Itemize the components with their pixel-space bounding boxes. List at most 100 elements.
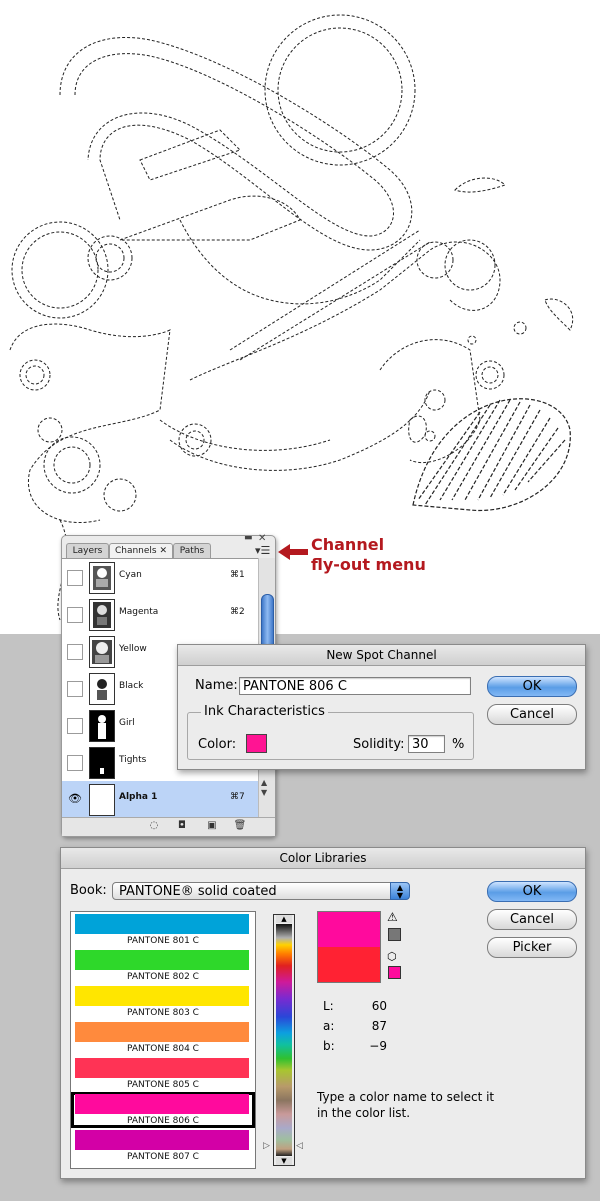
gamut-warning-icon[interactable]: ⚠ <box>387 910 398 924</box>
channel-name: Alpha 1 <box>119 792 158 802</box>
swatch-color <box>75 950 249 970</box>
channel-thumbnail <box>89 562 115 594</box>
list-item[interactable]: PANTONE 802 C <box>71 948 255 984</box>
solidity-label: Solidity: <box>353 737 405 752</box>
color-spectrum-slider[interactable]: ▲ ▼ <box>273 914 295 1166</box>
panel-close-icon[interactable]: ✕ <box>258 533 266 544</box>
channel-thumbnail <box>89 710 115 742</box>
list-item[interactable]: PANTONE 801 C <box>71 912 255 948</box>
channel-name: Tights <box>119 755 147 765</box>
visibility-toggle[interactable] <box>67 755 83 771</box>
annotation-label: Channel fly-out menu <box>311 535 426 575</box>
swatch-color <box>75 986 249 1006</box>
color-libraries-dialog: Color Libraries Book: PANTONE® solid coa… <box>60 847 586 1179</box>
channel-shortcut: ⌘2 <box>230 607 245 617</box>
lab-l-value: 60 <box>371 999 387 1013</box>
hint-text: Type a color name to select it in the co… <box>317 1090 495 1120</box>
slider-marker-left-icon[interactable]: ▷ <box>263 1141 270 1151</box>
web-safe-cube-icon[interactable]: ⬡ <box>387 950 397 963</box>
channel-thumbnail <box>89 784 115 816</box>
list-item[interactable]: PANTONE 807 C <box>71 1128 255 1164</box>
web-safe-swatch[interactable] <box>388 966 401 979</box>
visibility-toggle[interactable] <box>67 681 83 697</box>
load-selection-icon[interactable]: ◌ <box>147 820 161 832</box>
save-selection-icon[interactable]: ◘ <box>175 820 189 832</box>
channel-row-magenta[interactable]: Magenta ⌘2 <box>62 596 258 634</box>
swatch-color <box>75 1094 249 1114</box>
color-swatch[interactable] <box>246 734 267 753</box>
channel-thumbnail <box>89 636 115 668</box>
swatch-color <box>75 1022 249 1042</box>
swatch-color <box>75 1130 249 1150</box>
lab-a-value: 87 <box>371 1019 387 1033</box>
gamut-swatch[interactable] <box>388 928 401 941</box>
swatch-color <box>75 1058 249 1078</box>
visibility-toggle[interactable]: 👁 <box>67 792 83 808</box>
lab-a-label: a: <box>323 1019 335 1033</box>
color-label: Color: <box>198 737 237 752</box>
annotation-arrow-icon <box>278 544 308 560</box>
swatch-name: PANTONE 801 C <box>127 936 199 946</box>
slider-marker-right-icon[interactable]: ◁ <box>296 1141 303 1151</box>
dialog-title: New Spot Channel <box>178 645 585 666</box>
group-title: Ink Characteristics <box>201 704 328 719</box>
swatch-name: PANTONE 802 C <box>127 972 199 982</box>
cancel-button[interactable]: Cancel <box>487 704 577 725</box>
trash-icon[interactable]: 🗑 <box>233 820 247 832</box>
color-preview <box>317 911 381 983</box>
list-item[interactable]: PANTONE 803 C <box>71 984 255 1020</box>
collapse-icon[interactable]: ▬ <box>244 533 253 543</box>
ok-button[interactable]: OK <box>487 676 577 697</box>
flyout-menu-icon[interactable]: ▾☰ <box>255 545 270 556</box>
swatch-name: PANTONE 805 C <box>127 1080 199 1090</box>
tab-close-icon[interactable]: ✕ <box>159 546 167 556</box>
ok-button[interactable]: OK <box>487 881 577 902</box>
name-field[interactable]: PANTONE 806 C <box>239 677 471 695</box>
solidity-field[interactable]: 30 <box>408 735 445 753</box>
channel-shortcut: ⌘1 <box>230 570 245 580</box>
tab-channels-label: Channels <box>114 546 157 556</box>
channel-row-alpha-1[interactable]: 👁 Alpha 1 ⌘7 <box>62 781 258 819</box>
spectrum-down-icon[interactable]: ▼ <box>276 1157 292 1165</box>
new-channel-icon[interactable]: ▣ <box>205 820 219 832</box>
swatch-name: PANTONE 806 C <box>127 1116 199 1126</box>
preview-new-color <box>318 912 380 947</box>
lab-l-label: L: <box>323 999 334 1013</box>
solidity-unit: % <box>452 737 465 752</box>
visibility-toggle[interactable] <box>67 607 83 623</box>
picker-button[interactable]: Picker <box>487 937 577 958</box>
swatch-name: PANTONE 807 C <box>127 1152 199 1162</box>
channel-thumbnail <box>89 599 115 631</box>
visibility-toggle[interactable] <box>67 718 83 734</box>
list-item-selected[interactable]: PANTONE 806 C <box>71 1092 255 1128</box>
channel-thumbnail <box>89 747 115 779</box>
swatch-list[interactable]: PANTONE 801 C PANTONE 802 C PANTONE 803 … <box>70 911 256 1169</box>
eye-icon: 👁 <box>68 792 82 805</box>
swatch-name: PANTONE 804 C <box>127 1044 199 1054</box>
preview-original-color <box>318 947 380 982</box>
list-item[interactable]: PANTONE 805 C <box>71 1056 255 1092</box>
name-label: Name: <box>195 678 238 693</box>
channel-thumbnail <box>89 673 115 705</box>
channel-shortcut: ⌘7 <box>230 792 245 802</box>
annotation-line-2: fly-out menu <box>311 555 426 574</box>
lab-b-label: b: <box>323 1039 335 1053</box>
cancel-button[interactable]: Cancel <box>487 909 577 930</box>
scroll-arrows-icon[interactable]: ▲ ▼ <box>261 778 267 798</box>
tab-channels[interactable]: Channels ✕ <box>109 543 173 558</box>
book-select[interactable]: PANTONE® solid coated <box>112 882 409 900</box>
spectrum-bar[interactable] <box>276 924 292 1156</box>
spectrum-up-icon[interactable]: ▲ <box>276 915 292 923</box>
tab-layers[interactable]: Layers <box>66 543 109 558</box>
visibility-toggle[interactable] <box>67 570 83 586</box>
new-spot-channel-dialog: New Spot Channel Name: PANTONE 806 C Ink… <box>177 644 586 770</box>
list-item[interactable]: PANTONE 804 C <box>71 1020 255 1056</box>
select-arrows-icon[interactable]: ▲ ▼ <box>390 882 410 900</box>
channel-name: Cyan <box>119 570 142 580</box>
book-label: Book: <box>70 883 107 898</box>
dialog-title: Color Libraries <box>61 848 585 869</box>
tab-paths[interactable]: Paths <box>173 543 211 558</box>
channel-row-cyan[interactable]: Cyan ⌘1 <box>62 559 258 597</box>
channel-name: Magenta <box>119 607 159 617</box>
visibility-toggle[interactable] <box>67 644 83 660</box>
